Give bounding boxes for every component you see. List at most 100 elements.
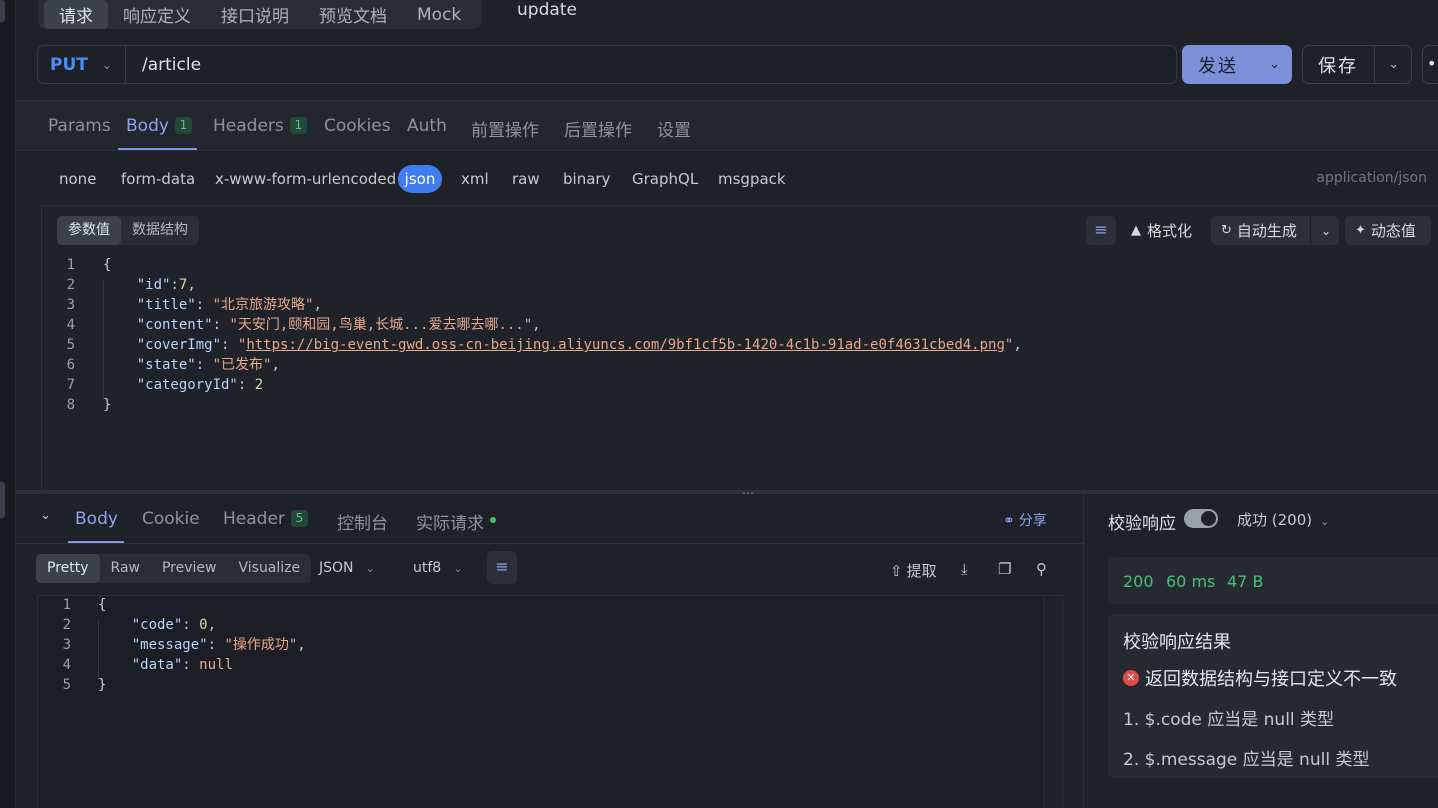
validation-status-select[interactable]: 成功 (200) ⌄	[1237, 509, 1329, 530]
error-summary-text: 返回数据结构与接口定义不一致	[1145, 669, 1397, 690]
encoding-value: utf8	[413, 560, 442, 576]
tab-preview-docs[interactable]: 预览文档	[304, 0, 402, 29]
tab-auth[interactable]: Auth	[407, 116, 447, 136]
method-select[interactable]: PUT ⌄	[38, 46, 126, 83]
count-badge: 1	[289, 117, 307, 134]
chevron-down-icon: ⌄	[365, 562, 375, 575]
tab-headers[interactable]: Headers 1	[213, 116, 307, 136]
line-numbers: 1 2 3 4 5	[62, 597, 71, 693]
method-label: PUT	[50, 54, 88, 75]
resp-tab-header[interactable]: Header 5	[223, 509, 308, 529]
encoding-select[interactable]: utf8 ⌄	[413, 560, 462, 576]
url-input[interactable]: /article	[142, 55, 201, 75]
resp-data: null	[199, 657, 233, 673]
download-icon[interactable]: ⤓	[961, 560, 968, 578]
mode-visualize[interactable]: Visualize	[227, 554, 311, 583]
body-type-binary[interactable]: binary	[563, 170, 610, 188]
resp-tab-body[interactable]: Body	[75, 509, 118, 529]
save-label: 保存	[1318, 55, 1358, 77]
send-label: 发送	[1198, 55, 1238, 77]
save-button[interactable]: 保存 ⌄	[1302, 45, 1412, 84]
body-type-graphql[interactable]: GraphQL	[632, 170, 698, 188]
format-value: JSON	[319, 560, 354, 576]
body-type-raw[interactable]: raw	[512, 170, 540, 188]
mode-preview[interactable]: Preview	[151, 554, 228, 583]
wrap-lines-icon[interactable]: ≡	[1086, 216, 1116, 245]
autogen-button[interactable]: ↻ 自动生成 ⌄	[1211, 216, 1339, 245]
extract-button[interactable]: ⇧ 提取	[890, 560, 937, 581]
more-button[interactable]: •	[1422, 45, 1438, 84]
chevron-down-icon: ⌄	[453, 562, 463, 575]
mode-pretty[interactable]: Pretty	[36, 554, 100, 583]
resp-tab-actual-request[interactable]: 实际请求	[416, 509, 496, 534]
toggle-knob	[1201, 511, 1216, 526]
divider	[1310, 216, 1311, 245]
tab-body[interactable]: Body 1	[126, 116, 192, 136]
tab-response-definition[interactable]: 响应定义	[108, 0, 206, 29]
send-button[interactable]: 发送 ⌄	[1182, 45, 1292, 84]
extract-icon: ⇧	[890, 562, 903, 580]
seg-schema[interactable]: 数据结构	[121, 216, 199, 245]
sidebar-marker	[0, 0, 5, 22]
resp-code: 0	[199, 617, 208, 633]
validation-title: 校验响应	[1108, 514, 1176, 534]
chevron-down-icon: ⌄	[1320, 515, 1330, 528]
validation-error-summary: ✕ 返回数据结构与接口定义不一致	[1123, 665, 1397, 691]
resp-tab-console[interactable]: 控制台	[337, 509, 388, 534]
scrollbar[interactable]	[1043, 597, 1061, 808]
format-button[interactable]: ▲ 格式化	[1131, 216, 1192, 245]
val-content: "天安门,颐和园,鸟巢,长城...爱去哪去哪..."	[229, 317, 533, 333]
tab-headers-label: Headers	[213, 116, 284, 136]
body-type-msgpack[interactable]: msgpack	[718, 170, 786, 188]
line-numbers: 1 2 3 4 5 6 7 8	[66, 257, 75, 413]
dynamic-value-button[interactable]: ✦ 动态值	[1345, 216, 1431, 245]
resp-tab-header-label: Header	[223, 509, 285, 529]
tab-params[interactable]: Params	[48, 116, 111, 136]
error-item: 1. $.code 应当是 null 类型	[1123, 710, 1335, 730]
body-type-none[interactable]: none	[59, 170, 96, 188]
seg-values[interactable]: 参数值	[57, 216, 121, 245]
active-tab-indicator	[118, 148, 197, 150]
error-icon: ✕	[1123, 670, 1139, 686]
tab-post-processors[interactable]: 后置操作	[564, 116, 632, 141]
validation-toggle[interactable]	[1184, 509, 1218, 528]
validation-status: 成功 (200)	[1237, 511, 1313, 529]
body-type-urlencoded[interactable]: x-www-form-urlencoded	[215, 170, 396, 188]
response-json-code[interactable]: { "code": 0, "message": "操作成功", "data": …	[98, 595, 306, 695]
chevron-down-icon[interactable]: ⌄	[1388, 57, 1399, 72]
val-state: "已发布"	[212, 357, 272, 373]
wrap-lines-icon[interactable]: ≡	[487, 551, 517, 584]
val-cover-img-link[interactable]: https://big-event-gwd.oss-cn-beijing.ali…	[246, 337, 1005, 353]
resp-message: "操作成功"	[224, 637, 298, 653]
mode-raw[interactable]: Raw	[100, 554, 151, 583]
chevron-down-icon[interactable]: ⌄	[1269, 57, 1280, 72]
tab-request[interactable]: 请求	[44, 0, 108, 29]
api-name[interactable]: update	[517, 0, 577, 20]
body-type-json[interactable]: json	[398, 165, 442, 193]
copy-icon[interactable]: ❐	[998, 560, 1011, 578]
share-button[interactable]: ⚭ 分享	[1003, 510, 1047, 530]
format-select[interactable]: JSON ⌄	[319, 560, 375, 576]
tab-mock[interactable]: Mock	[402, 0, 476, 29]
refresh-icon: ↻	[1221, 223, 1232, 238]
body-type-form-data[interactable]: form-data	[121, 170, 195, 188]
tab-api-description[interactable]: 接口说明	[206, 0, 304, 29]
divider	[1374, 46, 1375, 83]
dynamic-label: 动态值	[1370, 222, 1416, 240]
body-type-xml[interactable]: xml	[461, 170, 489, 188]
val-title: "北京旅游攻略"	[212, 297, 314, 313]
search-icon[interactable]: ⚲	[1036, 560, 1047, 578]
broom-icon: ▲	[1131, 223, 1141, 238]
status-code: 200	[1123, 572, 1154, 591]
chevron-down-icon[interactable]: ⌄	[1321, 224, 1331, 238]
share-label: 分享	[1018, 513, 1047, 529]
response-size: 47 B	[1227, 572, 1264, 591]
status-dot	[490, 517, 496, 523]
tab-settings[interactable]: 设置	[657, 116, 691, 141]
request-json-code[interactable]: { "id":7, "title": "北京旅游攻略", "content": …	[103, 255, 1022, 415]
content-type-label: application/json	[1316, 170, 1427, 186]
collapse-chevron-icon[interactable]: ⌄	[40, 508, 51, 523]
tab-pre-processors[interactable]: 前置操作	[471, 116, 539, 141]
tab-cookies[interactable]: Cookies	[324, 116, 391, 136]
resp-tab-cookie[interactable]: Cookie	[142, 509, 200, 529]
